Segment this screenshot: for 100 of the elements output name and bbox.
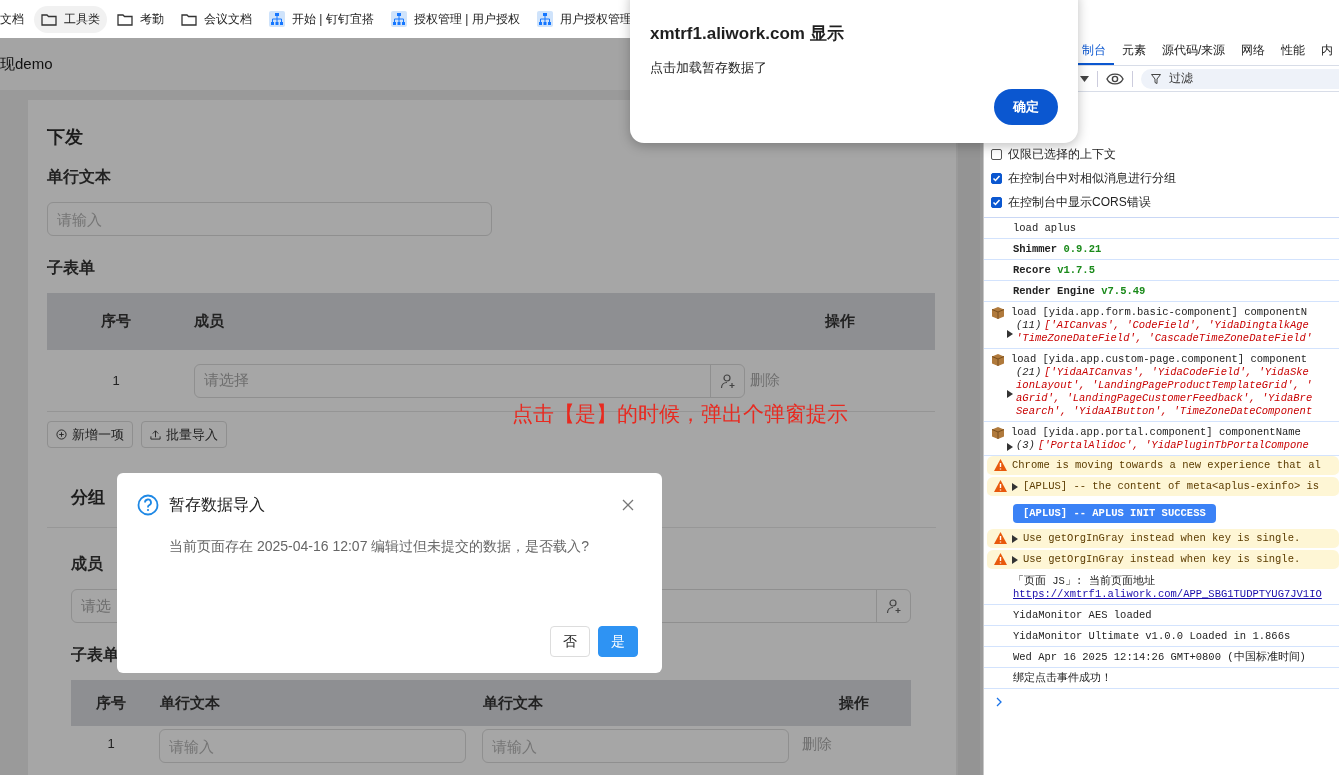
cancel-button[interactable]: 否	[550, 626, 590, 657]
bookmark-label: 文档	[0, 10, 24, 28]
section-title: 下发	[47, 126, 84, 149]
bookmark-item[interactable]: 开始 | 钉钉宜搭	[262, 5, 381, 33]
devtools-tab[interactable]: 网络	[1233, 38, 1274, 65]
field-label: 成员	[71, 554, 104, 574]
array-items: ['YidaAICanvas', 'YidaCodeField', 'YidaSke	[1044, 366, 1310, 379]
prompt-chevron-icon[interactable]	[996, 697, 1002, 707]
bookmark-item[interactable]: 授权管理 | 用户授权	[383, 5, 527, 33]
console-message: 「页面 JS」: 当前页面地址	[1013, 575, 1156, 588]
checkbox-label: 在控制台中显示CORS错误	[1008, 193, 1151, 211]
checkbox-label: 仅限已选择的上下文	[1008, 145, 1116, 163]
array-count: (21)	[1016, 366, 1042, 379]
console-message: 绑定点击事件成功！	[1013, 672, 1112, 685]
styled-log-badge: [APLUS] -- APLUS INIT SUCCESS	[1013, 504, 1216, 523]
array-items: ionLayout', 'LandingPageProductTemplateGrid', '	[1016, 379, 1313, 392]
warning-message: Use getOrgInGray instead when key is single.	[1023, 532, 1301, 545]
filter-icon	[1151, 73, 1161, 84]
column-header: 单行文本	[474, 680, 797, 726]
checkbox[interactable]	[991, 148, 1002, 160]
warning-message: Chrome is moving towards a new experience that al	[1012, 459, 1321, 472]
field-label: 子表单	[71, 645, 120, 665]
package-icon	[991, 353, 1005, 367]
package-icon	[991, 306, 1005, 320]
expand-triangle-icon[interactable]	[1012, 483, 1018, 491]
add-item-button[interactable]: 新增一项	[47, 421, 133, 448]
dialog-title: 暂存数据导入	[169, 494, 266, 515]
user-add-icon	[719, 372, 736, 389]
eye-icon[interactable]	[1106, 72, 1124, 85]
devtools-tab[interactable]: 内	[1313, 38, 1339, 65]
devtools-tab[interactable]: 性能	[1273, 38, 1314, 65]
console-message: load aplus	[1013, 222, 1076, 235]
warning-icon	[994, 532, 1007, 544]
bookmark-label: 授权管理 | 用户授权	[413, 10, 520, 28]
plus-circle-icon	[56, 429, 67, 440]
checkbox-label: 在控制台中对相似消息进行分组	[1008, 169, 1176, 187]
console-message: load [yida.app.portal.component] componentName	[1011, 426, 1302, 439]
array-count: (3)	[1016, 439, 1035, 452]
console-message: load [yida.app.custom-page.component] component	[1011, 353, 1309, 366]
org-chart-icon	[536, 11, 553, 27]
upload-icon	[150, 429, 161, 440]
bookmark-item[interactable]: 文档	[0, 5, 31, 33]
array-items: ['PortalAlidoc', 'YidaPluginTbPortalCompone	[1037, 439, 1309, 452]
column-header: 序号	[47, 293, 185, 350]
console-message: Shimmer 0.9.21	[1013, 243, 1102, 256]
console-message: Render Engine v7.5.49	[1013, 285, 1146, 298]
checkbox[interactable]	[991, 172, 1002, 184]
column-header: 单行文本	[151, 680, 474, 726]
field-label: 子表单	[47, 258, 96, 278]
alert-message: 点击加载暂存数据了	[650, 59, 768, 77]
checkbox[interactable]	[991, 196, 1002, 208]
bookmark-item[interactable]: 考勤	[110, 5, 171, 33]
org-chart-icon	[269, 11, 285, 27]
bookmark-item[interactable]: 工具类	[34, 5, 107, 33]
user-add-icon	[885, 598, 902, 614]
devtools-tab[interactable]: 源代码/来源	[1154, 38, 1234, 65]
expand-triangle-icon[interactable]	[1007, 389, 1013, 398]
app-title: 现demo	[0, 54, 53, 74]
field-label: 单行文本	[47, 167, 112, 187]
array-preview[interactable]: (11) ['AICanvas', 'CodeField', 'YidaDingtalkAge 'TimeZoneDateField', 'CascadeTimeZoneDateField'	[1007, 319, 1313, 345]
warning-message: Use getOrgInGray instead when key is single.	[1023, 553, 1301, 566]
warning-icon	[994, 480, 1007, 492]
bookmark-label: 工具类	[64, 10, 100, 28]
row-number: 1	[47, 350, 185, 412]
expand-triangle-icon[interactable]	[1012, 556, 1018, 564]
column-header: 序号	[71, 680, 151, 726]
folder-icon	[41, 12, 57, 26]
array-items: aGrid', 'LandingPageCustomerFeedback', 'YidaBre	[1016, 392, 1313, 405]
column-header: 操作	[745, 293, 935, 350]
folder-icon	[117, 12, 133, 26]
dropdown-caret-icon[interactable]	[1080, 75, 1089, 82]
array-items: Search', 'YidaAIButton', 'TimeZoneDateComponent	[1016, 405, 1313, 418]
dialog-message: 当前页面存在 2025-04-16 12:07 编辑过但未提交的数据，是否载入?	[168, 537, 591, 556]
console-message: Recore v1.7.5	[1013, 264, 1095, 277]
expand-triangle-icon[interactable]	[1012, 535, 1018, 543]
array-items: ['AICanvas', 'CodeField', 'YidaDingtalkAge	[1044, 319, 1310, 332]
expand-triangle-icon[interactable]	[1007, 329, 1013, 338]
array-preview[interactable]: (3) ['PortalAlidoc', 'YidaPluginTbPortalCompone	[1007, 439, 1309, 452]
filter-field[interactable]: 过滤	[1141, 68, 1339, 89]
bookmark-item[interactable]: 会议文档	[174, 5, 259, 33]
warning-icon	[994, 553, 1007, 565]
expand-triangle-icon[interactable]	[1007, 443, 1013, 451]
row-number: 1	[71, 726, 151, 775]
warning-message: [APLUS] -- the content of meta<aplus-exinfo> is	[1023, 480, 1320, 493]
folder-icon	[181, 12, 197, 26]
import-button[interactable]: 批量导入	[141, 421, 227, 448]
ok-button[interactable]: 确定	[994, 89, 1058, 125]
devtools-tab[interactable]: 元素	[1114, 38, 1154, 65]
console-message: YidaMonitor AES loaded	[1013, 609, 1152, 622]
array-items: 'TimeZoneDateField', 'CascadeTimeZoneDateField'	[1016, 332, 1313, 345]
column-header: 操作	[797, 680, 911, 726]
console-message: Wed Apr 16 2025 12:14:26 GMT+0800 (中国标准时间)	[1013, 651, 1306, 664]
bookmark-label: 开始 | 钉钉宜搭	[292, 10, 374, 28]
array-preview[interactable]: (21) ['YidaAICanvas', 'YidaCodeField', 'YidaSke ionLayout', 'LandingPageProductTemplateGrid', ' aGrid', 'LandingPageCustomerFeedback', 'YidaBre Search', 'YidaAIButton', 'TimeZoneDateComponent	[1007, 366, 1313, 418]
url-link[interactable]: https://xmtrf1.aliwork.com/APP_SBG1TUDPTYUG7JV1IO	[1013, 588, 1322, 601]
org-chart-icon	[390, 11, 407, 27]
close-icon[interactable]	[622, 499, 634, 511]
alert-title: xmtrf1.aliwork.com 显示	[650, 23, 845, 45]
question-icon	[137, 494, 159, 516]
console-message: load [yida.app.form.basic-component] componentN	[1011, 306, 1309, 319]
